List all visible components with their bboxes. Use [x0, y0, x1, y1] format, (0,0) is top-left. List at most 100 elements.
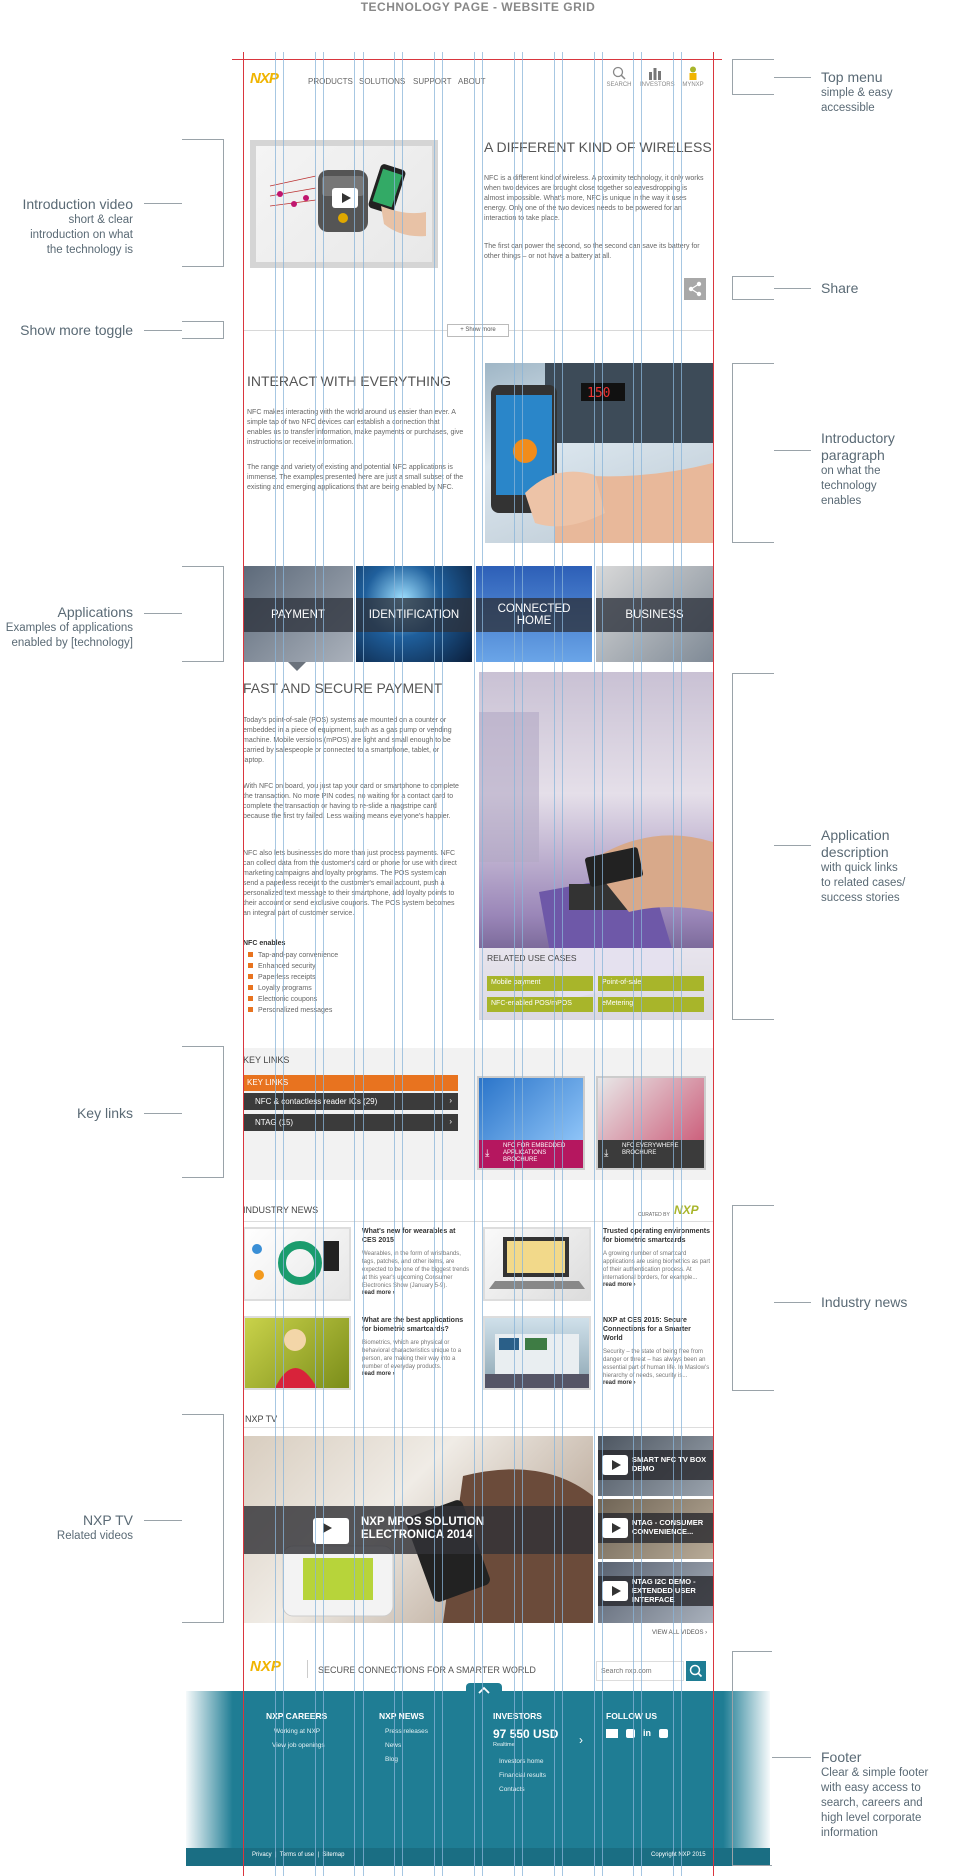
- nav-search[interactable]: SEARCH: [604, 66, 634, 88]
- grid-column-line: [354, 52, 355, 1876]
- tv-side-label: SMART NFC TV BOX DEMO: [632, 1455, 707, 1473]
- annotation-nxp-tv: NXP TV Related videos: [0, 1512, 133, 1544]
- tv-main-video[interactable]: NXP MPOS SOLUTION ELECTRONICA 2014: [243, 1436, 593, 1623]
- nav-investors[interactable]: INVESTORS: [640, 66, 675, 88]
- bracket-app-description: [732, 673, 774, 1020]
- app-tile-payment[interactable]: PAYMENT: [243, 566, 353, 662]
- annotation-title-line: description: [821, 844, 889, 860]
- related-emetering[interactable]: eMetering: [598, 997, 704, 1012]
- news-thumb-biometric[interactable]: [243, 1316, 351, 1390]
- footer-search-input[interactable]: [596, 1661, 684, 1681]
- annotation-top-menu: Top menu simple & easy accessible: [821, 69, 893, 116]
- news-title: INDUSTRY NEWS: [243, 1205, 319, 1215]
- intro-video[interactable]: [250, 140, 438, 268]
- grid-column-line: [673, 52, 674, 1876]
- app-tile-identification[interactable]: IDENTIFICATION: [356, 566, 472, 662]
- nav-investors-label: INVESTORS: [640, 82, 675, 88]
- annotation-show-more: Show more toggle: [20, 322, 133, 338]
- list-item: Loyalty programs: [248, 984, 338, 994]
- news-thumb-ces[interactable]: [483, 1316, 591, 1390]
- laptop-illustration: [489, 1237, 585, 1289]
- linkedin-icon[interactable]: in: [643, 1729, 651, 1738]
- related-point-of-sale[interactable]: Point-of-sale: [598, 976, 704, 991]
- curated-nxp-logo: NXP: [674, 1203, 699, 1217]
- footer-nxp-logo[interactable]: NXP: [250, 1658, 281, 1675]
- play-icon[interactable]: [602, 1581, 628, 1601]
- bar-chart-icon: [649, 68, 661, 80]
- read-more-link[interactable]: read more ›: [362, 1371, 470, 1377]
- footer-search-button[interactable]: [686, 1661, 706, 1681]
- annotation-line: on what the: [821, 465, 881, 477]
- bracket-intro-video: [182, 139, 224, 267]
- app-tile-business[interactable]: BUSINESS: [596, 566, 713, 662]
- grid-column-line: [275, 52, 276, 1876]
- share-button[interactable]: [684, 278, 706, 300]
- play-icon[interactable]: [602, 1518, 628, 1538]
- footer-link[interactable]: View job openings: [272, 1739, 327, 1753]
- grid-column-line: [474, 52, 475, 1876]
- view-all-videos-link[interactable]: VIEW ALL VIDEOS ›: [652, 1630, 707, 1636]
- read-more-link[interactable]: read more ›: [362, 1290, 470, 1296]
- grid-column-line: [641, 52, 642, 1876]
- tv-main-band: NXP MPOS SOLUTION ELECTRONICA 2014: [243, 1506, 593, 1554]
- annotation-app-description: Application description with quick links…: [821, 827, 905, 906]
- brochure-everywhere[interactable]: ⤓ NFC EVERYWHERE BROCHURE: [596, 1076, 706, 1170]
- grid-column-line: [633, 52, 634, 1876]
- nav-solutions[interactable]: SOLUTIONS: [359, 77, 405, 86]
- rss-icon[interactable]: [659, 1729, 668, 1738]
- footer-link[interactable]: Press releases: [385, 1725, 428, 1739]
- enables-item-text: Paperless receipts: [258, 974, 316, 981]
- tv-side-video[interactable]: NTAG I2C DEMO - EXTENDED USER INTERFACE: [598, 1562, 713, 1623]
- news-item-title[interactable]: NXP at CES 2015: Secure Connections for …: [603, 1316, 711, 1343]
- annotation-line: Related videos: [56, 1530, 133, 1542]
- news-item-title[interactable]: Trusted operating environments for biome…: [603, 1227, 711, 1245]
- related-mobile-payment[interactable]: Mobile payment: [487, 976, 593, 991]
- app-tile-identification-label: IDENTIFICATION: [356, 598, 472, 632]
- news-item-title[interactable]: What are the best applications for biome…: [362, 1316, 470, 1334]
- bracket-applications: [182, 566, 224, 662]
- footer-link[interactable]: Blog: [385, 1753, 428, 1767]
- footer-link[interactable]: Working at NXP: [274, 1725, 327, 1739]
- annotation-title-line: Application: [821, 827, 890, 843]
- news-thumb-trusted[interactable]: [483, 1227, 591, 1301]
- list-item: Personalized messages: [248, 1006, 338, 1016]
- chevron-right-icon[interactable]: ›: [579, 1733, 583, 1747]
- tv-side-video[interactable]: NTAG - CONSUMER CONVENIENCE...: [598, 1499, 713, 1559]
- show-more-toggle[interactable]: + Show more: [447, 324, 509, 337]
- nxp-logo[interactable]: NXP: [250, 70, 294, 87]
- bullet-icon: [248, 996, 253, 1001]
- grid-column-line: [363, 52, 364, 1876]
- nav-support[interactable]: SUPPORT: [413, 77, 452, 86]
- news-thumb-wearables[interactable]: [243, 1227, 351, 1301]
- back-to-top-tab[interactable]: [466, 1683, 502, 1695]
- enables-item-text: Electronic coupons: [258, 996, 318, 1003]
- brochure-embedded[interactable]: ⤓ NFC FOR EMBEDDED APPLICATIONS BROCHURE: [477, 1076, 585, 1170]
- nfc-enables-list: Tap-and-pay convenience Enhanced securit…: [248, 951, 338, 1017]
- related-use-cases-title: RELATED USE CASES: [487, 953, 577, 963]
- enables-item-text: Tap-and-pay convenience: [258, 952, 339, 959]
- play-icon[interactable]: [313, 1518, 349, 1544]
- privacy-link[interactable]: Privacy: [252, 1852, 272, 1858]
- app-tile-connected-home[interactable]: CONNECTED HOME: [476, 566, 592, 662]
- tv-title: NXP TV: [245, 1414, 278, 1424]
- intro-paragraph-2: The first can power the second, so the s…: [484, 243, 700, 260]
- related-nfc-pos[interactable]: NFC-enabled POS/mPOS: [487, 997, 593, 1012]
- grid-column-line: [554, 52, 555, 1876]
- footer-link[interactable]: News: [385, 1739, 428, 1753]
- email-icon[interactable]: [606, 1729, 618, 1738]
- terms-link[interactable]: Terms of use: [280, 1852, 314, 1858]
- annotation-industry-news: Industry news: [821, 1294, 908, 1310]
- tv-side-video[interactable]: SMART NFC TV BOX DEMO: [598, 1436, 713, 1496]
- sitemap-link[interactable]: Sitemap: [322, 1852, 344, 1858]
- list-item: Paperless receipts: [248, 973, 338, 983]
- nav-search-label: SEARCH: [606, 82, 632, 88]
- list-item: Tap-and-pay convenience: [248, 951, 338, 961]
- annotation-intro-video: Introduction video short & clear introdu…: [0, 196, 133, 258]
- play-icon[interactable]: [602, 1455, 628, 1475]
- news-item-title[interactable]: What's new for wearables at CES 2015: [362, 1227, 470, 1245]
- read-more-link[interactable]: read more ›: [603, 1282, 711, 1288]
- bracket-key-links: [182, 1046, 224, 1178]
- grid-column-line: [394, 52, 395, 1876]
- nav-mynxp[interactable]: MYNXP: [678, 66, 708, 88]
- read-more-link[interactable]: read more ›: [603, 1380, 711, 1386]
